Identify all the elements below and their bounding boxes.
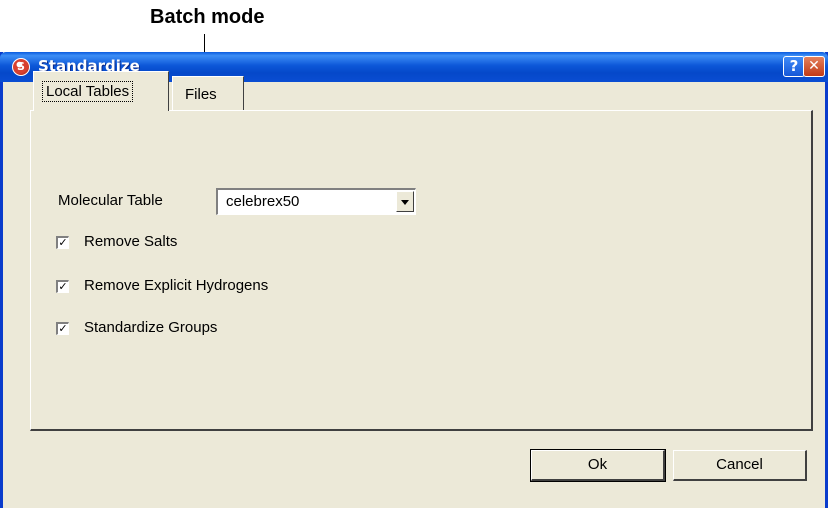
molecular-table-select[interactable]: celebrex50	[216, 188, 416, 215]
molecular-table-value: celebrex50	[226, 193, 300, 210]
app-logo-icon[interactable]: S	[12, 58, 30, 76]
tab-panel-local-tables	[30, 110, 813, 431]
remove-salts-label[interactable]: Remove Salts	[84, 233, 177, 250]
tab-files-label: Files	[185, 86, 217, 103]
remove-salts-checkbox[interactable]: ✓	[56, 236, 69, 249]
help-icon[interactable]: ?	[783, 56, 805, 77]
standardize-groups-checkbox[interactable]: ✓	[56, 322, 69, 335]
tab-local-tables-label: Local Tables	[42, 81, 134, 102]
batch-mode-callout-label: Batch mode	[150, 6, 265, 28]
molecular-table-label: Molecular Table	[58, 192, 163, 209]
tab-files[interactable]: Files	[172, 76, 244, 110]
chevron-down-icon[interactable]	[396, 191, 414, 212]
remove-explicit-hydrogens-checkbox[interactable]: ✓	[56, 280, 69, 293]
cancel-button[interactable]: Cancel	[673, 450, 807, 481]
ok-button[interactable]: Ok	[530, 449, 666, 482]
standardize-groups-label[interactable]: Standardize Groups	[84, 319, 217, 336]
remove-explicit-hydrogens-label[interactable]: Remove Explicit Hydrogens	[84, 277, 268, 294]
tab-local-tables[interactable]: Local Tables	[33, 71, 169, 111]
close-icon[interactable]: ✕	[803, 56, 825, 77]
